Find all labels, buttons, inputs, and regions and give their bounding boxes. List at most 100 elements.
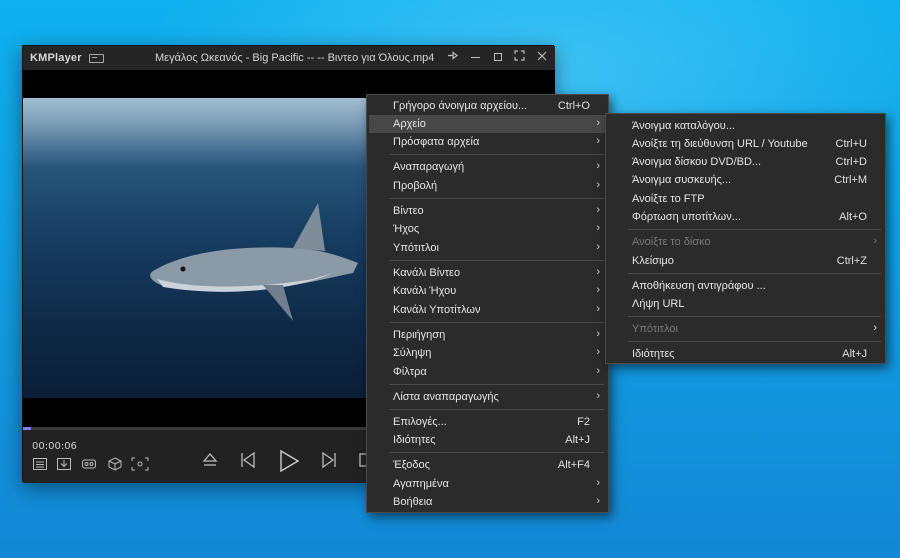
eject-icon[interactable] <box>201 449 219 476</box>
submenu-item-load-subtitles[interactable]: Φόρτωση υποτίτλων... Alt+O <box>608 208 883 226</box>
play-icon[interactable] <box>277 449 301 478</box>
chevron-right-icon: › <box>596 365 600 377</box>
menu-item-favorites[interactable]: Αγαπημένα › <box>369 475 606 493</box>
submenu-item-save-copy[interactable]: Αποθήκευση αντιγράφου ... <box>608 277 883 295</box>
minimize-button[interactable] <box>467 49 484 66</box>
playlist-icon[interactable] <box>32 457 48 471</box>
submenu-item-open-folder[interactable]: Άνοιγμα καταλόγου... <box>608 117 883 135</box>
window-title: Μεγάλος Ωκεανός - Big Pacific -- -- Βιντ… <box>155 52 435 64</box>
menu-item-label: Επιλογές... <box>393 416 447 428</box>
shark-image <box>150 203 358 321</box>
submenu-item-download-url[interactable]: Λήψη URL <box>608 295 883 313</box>
menu-item-label: Αναπαραγωγή <box>393 161 465 173</box>
menu-item-label: Ήχος <box>393 223 420 235</box>
menu-item-quick-open[interactable]: Γρήγορο άνοιγμα αρχείου... Ctrl+O <box>369 97 606 115</box>
menu-item-label: Ιδιότητες <box>393 434 436 446</box>
chevron-right-icon: › <box>596 346 600 358</box>
menu-item-shortcut: Alt+O <box>839 211 867 223</box>
menu-item-label: Ανοίξτε το δίσκο <box>632 236 711 248</box>
close-button[interactable] <box>533 49 550 66</box>
menu-item-navigation[interactable]: Περιήγηση › <box>369 326 606 344</box>
menu-item-label: Υπότιτλοι <box>632 323 678 335</box>
capture-icon[interactable] <box>131 457 149 471</box>
chevron-right-icon: › <box>596 495 600 507</box>
menu-item-label: Φόρτωση υποτίτλων... <box>632 211 741 223</box>
submenu-item-properties[interactable]: Ιδιότητες Alt+J <box>608 345 883 363</box>
maximize-button[interactable] <box>489 49 506 66</box>
submenu-item-close[interactable]: Κλείσιμο Ctrl+Z <box>608 252 883 270</box>
menu-item-label: Λίστα αναπαραγωγής <box>393 391 499 403</box>
menu-item-video[interactable]: Βίντεο › <box>369 202 606 220</box>
chevron-right-icon: › <box>596 135 600 147</box>
menu-item-label: Φίλτρα <box>393 366 427 378</box>
menu-item-subtitle-channel[interactable]: Κανάλι Υποτίτλων › <box>369 301 606 319</box>
menu-item-playlist[interactable]: Λίστα αναπαραγωγής › <box>369 388 606 406</box>
menu-item-recent-files[interactable]: Πρόσφατα αρχεία › <box>369 133 606 151</box>
seek-progress <box>23 427 31 430</box>
menu-item-properties[interactable]: Ιδιότητες Alt+J <box>369 431 606 449</box>
next-icon[interactable] <box>320 449 338 476</box>
previous-icon[interactable] <box>239 449 257 476</box>
menu-item-shortcut: Ctrl+M <box>834 174 867 186</box>
menu-separator <box>389 384 604 385</box>
menu-item-label: Κανάλι Ήχου <box>393 285 457 297</box>
title-bar[interactable]: KMPlayer Μεγάλος Ωκεανός - Big Pacific -… <box>23 46 555 70</box>
menu-item-shortcut: Alt+F4 <box>557 459 590 471</box>
mini-mode-icon[interactable] <box>89 54 104 63</box>
chevron-right-icon: › <box>873 322 877 334</box>
context-menu: Γρήγορο άνοιγμα αρχείου... Ctrl+O Αρχείο ›… <box>366 94 609 513</box>
fullscreen-button[interactable] <box>511 49 528 66</box>
menu-item-file[interactable]: Αρχείο › <box>369 115 606 133</box>
chevron-right-icon: › <box>596 117 600 129</box>
submenu-item-open-url[interactable]: Ανοίξτε τη διεύθυνση URL / Youtube Ctrl+U <box>608 135 883 153</box>
menu-item-label: Σύληψη <box>393 347 432 359</box>
menu-separator <box>628 341 881 342</box>
submenu-item-open-disc[interactable]: Άνοιγμα δίσκου DVD/BD... Ctrl+D <box>608 153 883 171</box>
menu-item-label: Αποθήκευση αντιγράφου ... <box>632 280 766 292</box>
menu-item-shortcut: F2 <box>577 416 590 428</box>
submenu-item-open-device[interactable]: Άνοιγμα συσκευής... Ctrl+M <box>608 171 883 189</box>
chevron-right-icon: › <box>596 204 600 216</box>
download-icon[interactable] <box>56 457 72 471</box>
menu-item-label: Έξοδος <box>393 459 430 471</box>
playback-time: 00:00:06 <box>32 441 77 452</box>
menu-separator <box>628 316 881 317</box>
menu-item-shortcut: Ctrl+Z <box>836 255 867 267</box>
menu-separator <box>389 154 604 155</box>
menu-item-label: Βοήθεια <box>393 496 433 508</box>
kmplayer-logo[interactable]: KMPlayer <box>30 52 82 64</box>
file-submenu: Άνοιγμα καταλόγου... Ανοίξτε τη διεύθυνσ… <box>605 113 886 364</box>
chevron-right-icon: › <box>596 241 600 253</box>
menu-separator <box>628 229 881 230</box>
chevron-right-icon: › <box>596 160 600 172</box>
menu-item-shortcut: Ctrl+D <box>835 156 867 168</box>
menu-item-audio[interactable]: Ήχος › <box>369 220 606 238</box>
submenu-item-open-ftp[interactable]: Ανοίξτε το FTP <box>608 190 883 208</box>
chevron-right-icon: › <box>596 284 600 296</box>
menu-item-label: Άνοιγμα συσκευής... <box>632 174 732 186</box>
menu-item-shortcut: Ctrl+O <box>557 100 590 112</box>
menu-separator <box>389 260 604 261</box>
menu-item-label: Κλείσιμο <box>632 255 674 267</box>
menu-item-playback[interactable]: Αναπαραγωγή › <box>369 158 606 176</box>
menu-item-audio-channel[interactable]: Κανάλι Ήχου › <box>369 282 606 300</box>
menu-item-label: Λήψη URL <box>632 298 685 310</box>
menu-item-exit[interactable]: Έξοδος Alt+F4 <box>369 456 606 474</box>
menu-item-subtitles[interactable]: Υπότιτλοι › <box>369 239 606 257</box>
menu-item-capture[interactable]: Σύληψη › <box>369 344 606 362</box>
menu-item-help[interactable]: Βοήθεια › <box>369 493 606 511</box>
3d-icon[interactable] <box>107 457 123 471</box>
menu-item-view[interactable]: Προβολή › <box>369 177 606 195</box>
menu-item-label: Πρόσφατα αρχεία <box>393 136 480 148</box>
menu-item-filters[interactable]: Φίλτρα › <box>369 363 606 381</box>
chevron-right-icon: › <box>596 266 600 278</box>
menu-item-label: Περιήγηση <box>393 329 446 341</box>
menu-separator <box>389 452 604 453</box>
submenu-item-subtitles: Υπότιτλοι › <box>608 320 883 338</box>
vr-icon[interactable] <box>81 457 97 471</box>
menu-item-label: Υπότιτλοι <box>393 242 439 254</box>
chevron-right-icon: › <box>596 179 600 191</box>
pin-icon[interactable] <box>444 49 461 66</box>
menu-item-video-channel[interactable]: Κανάλι Βίντεο › <box>369 264 606 282</box>
menu-item-options[interactable]: Επιλογές... F2 <box>369 413 606 431</box>
